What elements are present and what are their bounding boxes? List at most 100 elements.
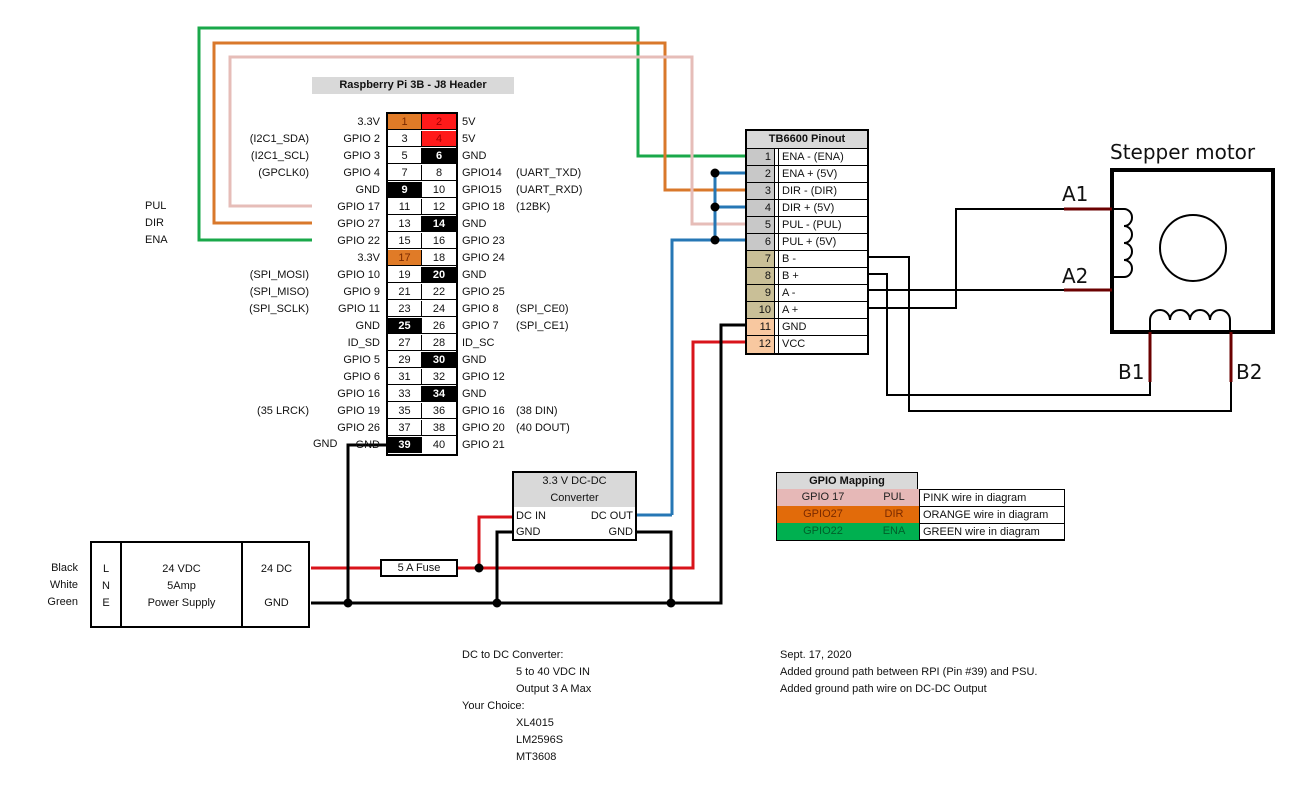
psu-wire-black: Black: [51, 562, 78, 574]
mapping-description: GREEN wire in diagram: [919, 523, 1065, 540]
note-choice-mt3608: MT3608: [516, 751, 557, 763]
motor-label-b2: B2: [1236, 360, 1263, 384]
tb6600-pin-number: 3: [747, 183, 775, 199]
pin-row: 17 18: [388, 250, 456, 267]
psu-out-24dc: 24 DC: [260, 563, 293, 575]
pin-32: 32: [422, 369, 456, 385]
junction-dot: [710, 168, 720, 178]
dcdc-out-gnd-label: GND: [608, 526, 633, 538]
pin-row: 29 30: [388, 352, 456, 369]
pin-name-right: GPIO 25: [462, 286, 505, 298]
tb6600-pin-number: 1: [747, 149, 775, 165]
pin-row: 39 40: [388, 437, 456, 454]
power-supply: L N E 24 VDC 5Amp Power Supply 24 DC GND: [90, 541, 310, 628]
pin-note-right: (12BK): [516, 201, 551, 213]
pin-name-left: GPIO 10: [337, 269, 380, 281]
mapping-description: ORANGE wire in diagram: [919, 506, 1065, 523]
tb6600-pin-number: 12: [747, 336, 775, 353]
pin-name-right: GPIO 12: [462, 371, 505, 383]
pi-header-title: Raspberry Pi 3B - J8 Header: [312, 77, 514, 94]
tb6600-pin-label: GND: [782, 321, 807, 333]
pin-row: 25 26: [388, 318, 456, 335]
pin-row: 21 22: [388, 284, 456, 301]
pin-name-right: GND: [462, 354, 487, 366]
junction-dot: [343, 598, 353, 608]
pin-note-right: (38 DIN): [516, 405, 558, 417]
pin-5: 5: [388, 148, 422, 164]
pin-1: 1: [388, 114, 422, 130]
dcdc-title: 3.3 V DC-DC Converter: [514, 473, 635, 507]
tb6600-row: 7 B -: [747, 251, 867, 268]
pin-note-right: (SPI_CE0): [516, 303, 569, 315]
pin-row: 9 10: [388, 182, 456, 199]
pin-26: 26: [422, 318, 456, 334]
psu-voltage: 24 VDC: [162, 563, 201, 575]
tb6600-pin-number: 2: [747, 166, 775, 182]
pin-name-left: GPIO 6: [343, 371, 380, 383]
gpio-mapping-row: GPIO 17 PUL PINK wire in diagram: [777, 489, 1065, 506]
pin-15: 15: [388, 233, 422, 249]
pin-4: 4: [422, 131, 456, 147]
pin-28: 28: [422, 335, 456, 351]
pin-note-left: (SPI_SCLK): [249, 303, 309, 315]
pin-row: 13 14: [388, 216, 456, 233]
pin-name-left: GPIO 19: [337, 405, 380, 417]
note-converter-input: 5 to 40 VDC IN: [516, 666, 590, 678]
tb6600-row: 9 A -: [747, 285, 867, 302]
pin-name-left: GPIO 17: [337, 201, 380, 213]
pin-33: 33: [388, 386, 422, 402]
motor-title: Stepper motor: [1110, 140, 1256, 164]
dcdc-in-label: DC IN: [516, 510, 546, 522]
tb6600-pin-label: DIR + (5V): [782, 202, 835, 214]
pin-16: 16: [422, 233, 456, 249]
tb6600-row: 5 PUL - (PUL): [747, 217, 867, 234]
pin-row: 78: [388, 165, 456, 182]
tb6600-pin-label: ENA + (5V): [782, 168, 838, 180]
tb6600-row: 2 ENA + (5V): [747, 166, 867, 183]
gpio-mapping-row: GPIO22 ENA GREEN wire in diagram: [777, 523, 1065, 540]
tb6600-pin-label: PUL + (5V): [782, 236, 837, 248]
pin-row: 37 38: [388, 420, 456, 437]
pin-31: 31: [388, 369, 422, 385]
changelog-date: Sept. 17, 2020: [780, 649, 852, 661]
pin-name-right: GND: [462, 269, 487, 281]
psu-terminal-n: N: [102, 580, 110, 592]
pin-name-left: GPIO 4: [343, 167, 380, 179]
pin-23: 23: [388, 301, 422, 317]
pin-name-right: 5V: [462, 133, 476, 145]
motor-label-a2: A2: [1062, 264, 1089, 288]
mapping-function: DIR: [869, 506, 919, 523]
pin-name-right: ID_SC: [462, 337, 495, 349]
dcdc-out-label: DC OUT: [590, 510, 633, 522]
psu-wire-white: White: [49, 579, 78, 591]
pin-name-left: GND: [355, 184, 380, 196]
tb6600-pin-number: 4: [747, 200, 775, 216]
wire-motor-b-plus: [865, 273, 1151, 396]
dc-dc-converter: 3.3 V DC-DC Converter DC IN GND DC OUT G…: [512, 471, 637, 541]
tb6600-pin-number: 5: [747, 217, 775, 233]
note-choice-heading: Your Choice:: [462, 700, 525, 712]
pin-39: 39: [388, 437, 422, 453]
gpio-mapping-title: GPIO Mapping: [776, 472, 918, 489]
note-choice-xl4015: XL4015: [516, 717, 554, 729]
tb6600-pin-number: 8: [747, 268, 775, 284]
pin-note-left: (I2C1_SDA): [249, 133, 309, 145]
pin-name-right: GND: [462, 150, 487, 162]
pin-7: 7: [388, 165, 422, 181]
fuse: 5 A Fuse: [380, 559, 458, 577]
tb6600-row: 8 B +: [747, 268, 867, 285]
motor-label-a1: A1: [1062, 182, 1089, 206]
pin-row: 34: [388, 131, 456, 148]
pin-note-right: (SPI_CE1): [516, 320, 569, 332]
pin-name-left: GPIO 27: [337, 218, 380, 230]
psu-out-gnd: GND: [264, 597, 289, 609]
pin-11: 11: [388, 199, 422, 215]
pin-name-right: GND: [462, 218, 487, 230]
dcdc-title-line1: 3.3 V DC-DC: [542, 475, 607, 487]
mapping-gpio: GPIO 17: [777, 489, 869, 506]
pin-10: 10: [422, 182, 456, 198]
tb6600-pin-number: 7: [747, 251, 775, 267]
pin-name-right: GPIO 20: [462, 422, 505, 434]
tb6600-title: TB6600 Pinout: [747, 131, 867, 149]
pin-19: 19: [388, 267, 422, 283]
